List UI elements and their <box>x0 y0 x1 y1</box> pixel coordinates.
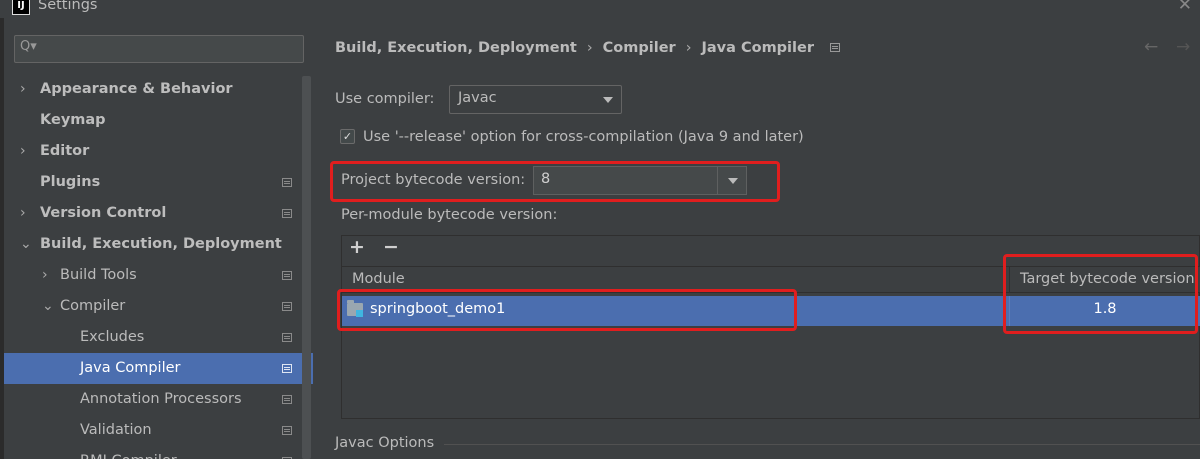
breadcrumb-java-compiler: Java Compiler <box>701 40 814 56</box>
sidebar-item-label: Validation <box>80 422 152 438</box>
search-field[interactable]: Q▾ <box>14 35 304 63</box>
sidebar-item-label: Excludes <box>80 329 145 345</box>
sidebar-item-label: Plugins <box>40 174 101 190</box>
close-icon[interactable]: ✕ <box>1178 0 1192 15</box>
chevron-down-icon <box>603 97 613 103</box>
sidebar-item[interactable]: Plugins <box>4 167 302 198</box>
javac-options-title: Javac Options <box>335 435 435 451</box>
sidebar-item[interactable]: ⌄ Compiler <box>4 291 302 322</box>
use-compiler-select[interactable]: Javac <box>449 85 622 114</box>
add-icon[interactable]: + <box>349 236 365 258</box>
sidebar-item[interactable]: Java Compiler <box>4 353 313 384</box>
highlight-target-column <box>1003 254 1198 334</box>
sidebar-item-label: RMI Compiler <box>80 446 177 459</box>
sidebar-item[interactable]: › Version Control <box>4 198 302 229</box>
release-option-checkbox[interactable]: ✓ <box>340 129 355 144</box>
chevron-right-icon[interactable]: › <box>20 198 26 229</box>
highlight-module-row <box>337 289 797 331</box>
back-arrow-icon[interactable]: ← <box>1144 37 1158 57</box>
breadcrumb-separator: › <box>586 40 593 56</box>
sidebar-item[interactable]: › Editor <box>4 136 302 167</box>
breadcrumb: Build, Execution, Deployment › Compiler › Ja… <box>335 40 840 56</box>
sidebar-item[interactable]: RMI Compiler <box>4 446 302 459</box>
breadcrumb-separator: › <box>685 40 692 56</box>
highlight-project-bytecode <box>330 161 780 202</box>
remove-icon[interactable]: − <box>383 236 399 258</box>
sidebar-item-label: Compiler <box>60 298 126 314</box>
sidebar-item[interactable]: › Appearance & Behavior <box>4 74 302 105</box>
chevron-right-icon[interactable]: › <box>20 74 26 105</box>
sidebar-item[interactable]: Validation <box>4 415 302 446</box>
search-input[interactable] <box>43 38 298 60</box>
use-compiler-label: Use compiler: <box>335 91 435 107</box>
project-scope-icon <box>829 43 840 52</box>
sidebar-item-label: Keymap <box>40 112 106 128</box>
section-divider <box>444 444 1200 445</box>
project-scope-icon <box>282 209 292 218</box>
project-scope-icon <box>282 364 292 373</box>
breadcrumb-build[interactable]: Build, Execution, Deployment <box>335 40 577 56</box>
sidebar-item[interactable]: › Build Tools <box>4 260 302 291</box>
window-title: Settings <box>38 0 98 13</box>
sidebar-scrollbar[interactable] <box>302 76 311 459</box>
project-scope-icon <box>282 302 292 311</box>
sidebar-item-label: Version Control <box>40 205 167 221</box>
intellij-logo-icon: IJ <box>12 0 30 15</box>
project-scope-icon <box>282 271 292 280</box>
chevron-down-icon[interactable]: ⌄ <box>20 229 32 260</box>
breadcrumb-compiler[interactable]: Compiler <box>603 40 676 56</box>
sidebar-item-label: Editor <box>40 143 90 159</box>
column-module[interactable]: Module <box>352 271 405 287</box>
chevron-right-icon[interactable]: › <box>20 136 26 167</box>
project-scope-icon <box>282 426 292 435</box>
search-icon[interactable]: Q▾ <box>20 39 37 54</box>
sidebar-item[interactable]: Excludes <box>4 322 302 353</box>
sidebar-item-label: Appearance & Behavior <box>40 81 233 97</box>
sidebar-item[interactable]: Keymap <box>4 105 302 136</box>
sidebar-item-label: Build Tools <box>60 267 137 283</box>
title-bar: IJ Settings ✕ <box>0 0 1200 18</box>
chevron-right-icon[interactable]: › <box>42 260 48 291</box>
project-scope-icon <box>282 395 292 404</box>
chevron-down-icon[interactable]: ⌄ <box>42 291 54 322</box>
per-module-label: Per-module bytecode version: <box>341 207 558 223</box>
project-scope-icon <box>282 333 292 342</box>
forward-arrow-icon[interactable]: → <box>1176 37 1190 57</box>
project-scope-icon <box>282 178 292 187</box>
use-compiler-value: Javac <box>458 90 497 106</box>
sidebar-item-label: Build, Execution, Deployment <box>40 236 282 252</box>
sidebar-item-label: Java Compiler <box>80 360 181 376</box>
sidebar-item[interactable]: Annotation Processors <box>4 384 302 415</box>
sidebar-item[interactable]: ⌄ Build, Execution, Deployment <box>4 229 302 260</box>
release-option-label[interactable]: Use '--release' option for cross-compila… <box>363 129 804 145</box>
sidebar-item-label: Annotation Processors <box>80 391 242 407</box>
